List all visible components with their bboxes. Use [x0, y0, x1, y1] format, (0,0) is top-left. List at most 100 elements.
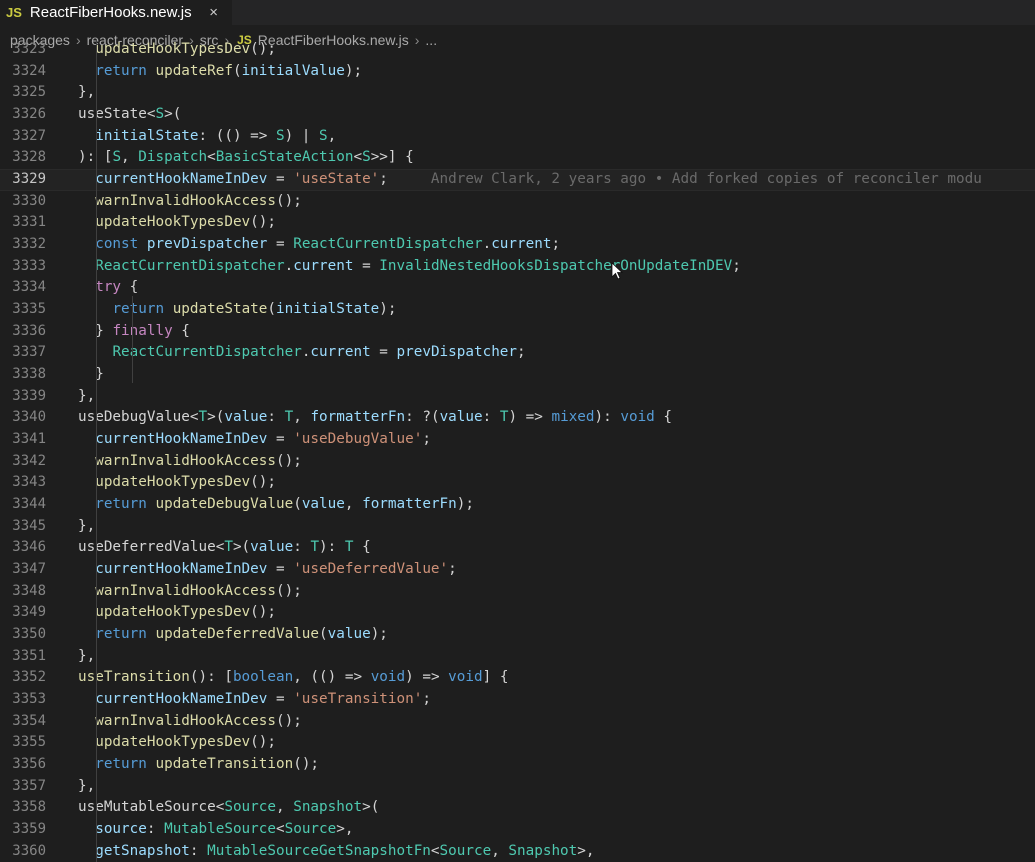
code-text: useMutableSource<Source, Snapshot>(	[78, 799, 380, 816]
code-line[interactable]: 3339},	[0, 386, 1035, 408]
code-line[interactable]: 3341 currentHookNameInDev = 'useDebugVal…	[0, 429, 1035, 451]
indent-guide	[132, 296, 133, 384]
code-line[interactable]: 3354 warnInvalidHookAccess();	[0, 711, 1035, 733]
line-number: 3334	[12, 279, 46, 296]
code-text: useTransition(): [boolean, (() => void) …	[78, 669, 509, 686]
code-line[interactable]: 3358 useMutableSource<Source, Snapshot>(	[0, 797, 1035, 819]
git-blame-annotation: Andrew Clark, 2 years ago • Add forked c…	[387, 171, 982, 188]
code-line[interactable]: 3347 currentHookNameInDev = 'useDeferred…	[0, 559, 1035, 581]
line-number: 3333	[12, 257, 46, 274]
code-line[interactable]: 3342 warnInvalidHookAccess();	[0, 451, 1035, 473]
code-text: currentHookNameInDev = 'useTransition';	[95, 691, 431, 708]
code-line[interactable]: 3359 source: MutableSource<Source>,	[0, 819, 1035, 841]
code-text: return updateRef(initialValue);	[95, 62, 363, 79]
tab-bar: JS ReactFiberHooks.new.js ×	[0, 0, 1035, 25]
code-text: currentHookNameInDev = 'useDebugValue';	[95, 431, 431, 448]
code-text: useState<S>(	[78, 106, 182, 122]
line-number: 3331	[12, 214, 46, 231]
code-text: },	[78, 387, 96, 404]
line-number: 3339	[12, 387, 46, 404]
code-line[interactable]: 3343 updateHookTypesDev();	[0, 472, 1035, 494]
code-line[interactable]: 3331 updateHookTypesDev();	[0, 212, 1035, 234]
line-number: 3335	[12, 301, 46, 318]
code-text: return updateTransition();	[95, 756, 320, 773]
code-text: },	[78, 777, 96, 794]
line-number: 3346	[12, 539, 46, 556]
code-line[interactable]: 3355 updateHookTypesDev();	[0, 732, 1035, 754]
line-number: 3354	[12, 712, 46, 729]
code-line[interactable]: 3348 warnInvalidHookAccess();	[0, 581, 1035, 603]
code-line[interactable]: 3326 useState<S>(	[0, 104, 1035, 126]
code-line[interactable]: 3340 useDebugValue<T>(value: T, formatter…	[0, 407, 1035, 429]
code-line[interactable]: 3338 }	[0, 364, 1035, 386]
close-icon[interactable]: ×	[209, 4, 218, 21]
line-number: 3345	[12, 517, 46, 534]
code-line[interactable]: 3323 updateHookTypesDev();	[0, 39, 1035, 61]
code-line[interactable]: 3350 return updateDeferredValue(value);	[0, 624, 1035, 646]
code-line[interactable]: 3336 } finally {	[0, 321, 1035, 343]
line-number: 3330	[12, 192, 46, 209]
code-line[interactable]: 3349 updateHookTypesDev();	[0, 602, 1035, 624]
tab-title: ReactFiberHooks.new.js	[29, 4, 192, 21]
line-number: 3349	[12, 604, 46, 621]
line-number: 3352	[12, 669, 46, 686]
code-line[interactable]: 3353 currentHookNameInDev = 'useTransiti…	[0, 689, 1035, 711]
code-text: getSnapshot: MutableSourceGetSnapshotFn<…	[95, 842, 595, 859]
line-number: 3324	[12, 62, 46, 79]
code-line[interactable]: 3332 const prevDispatcher = ReactCurrent…	[0, 234, 1035, 256]
line-number: 3338	[12, 366, 46, 383]
line-number: 3327	[12, 127, 46, 144]
code-text: updateHookTypesDev();	[95, 734, 276, 751]
line-number: 3336	[12, 322, 46, 339]
line-number: 3360	[12, 842, 46, 859]
line-number: 3355	[12, 734, 46, 751]
line-number: 3323	[12, 41, 46, 57]
line-number: 3343	[12, 474, 46, 491]
code-line[interactable]: 3333 ReactCurrentDispatcher.current = In…	[0, 256, 1035, 278]
code-line[interactable]: 3345},	[0, 516, 1035, 538]
code-text: try {	[95, 279, 139, 296]
code-text: initialState: (() => S) | S,	[95, 127, 337, 144]
line-number: 3350	[12, 626, 46, 643]
code-text: },	[78, 647, 96, 664]
code-text: warnInvalidHookAccess();	[95, 452, 302, 469]
line-number: 3356	[12, 756, 46, 773]
line-number: 3340	[12, 409, 46, 426]
code-line[interactable]: 3327 initialState: (() => S) | S,	[0, 126, 1035, 148]
code-text: source: MutableSource<Source>,	[95, 821, 354, 838]
code-line[interactable]: 3334 try {	[0, 277, 1035, 299]
code-line[interactable]: 3346 useDeferredValue<T>(value: T): T {	[0, 537, 1035, 559]
editor-tab[interactable]: JS ReactFiberHooks.new.js ×	[0, 0, 232, 25]
code-line[interactable]: 3335 return updateState(initialState);	[0, 299, 1035, 321]
code-text: ReactCurrentDispatcher.current = prevDis…	[112, 344, 526, 361]
line-number: 3357	[12, 777, 46, 794]
line-number: 3326	[12, 106, 46, 122]
code-line[interactable]: 3337 ReactCurrentDispatcher.current = pr…	[0, 342, 1035, 364]
code-text: return updateDeferredValue(value);	[95, 626, 388, 643]
code-line[interactable]: 3357},	[0, 776, 1035, 798]
code-line[interactable]: 3344 return updateDebugValue(value, form…	[0, 494, 1035, 516]
code-text: ): [S, Dispatch<BasicStateAction<S>>] {	[78, 149, 414, 166]
code-text: warnInvalidHookAccess();	[95, 192, 302, 209]
indent-guide	[96, 39, 97, 862]
code-line[interactable]: 3356 return updateTransition();	[0, 754, 1035, 776]
code-line[interactable]: 3329 currentHookNameInDev = 'useState'; …	[0, 169, 1035, 191]
code-line[interactable]: 3351},	[0, 646, 1035, 668]
code-line[interactable]: 3330 warnInvalidHookAccess();	[0, 191, 1035, 213]
code-text: },	[78, 517, 96, 534]
code-line[interactable]: 3324 return updateRef(initialValue);	[0, 61, 1035, 83]
code-line[interactable]: 3325},	[0, 82, 1035, 104]
javascript-file-icon: JS	[6, 5, 22, 20]
line-number: 3329	[12, 171, 46, 188]
mouse-cursor-icon	[611, 262, 623, 280]
code-text: currentHookNameInDev = 'useState'; Andre…	[95, 171, 982, 188]
code-text: return updateState(initialState);	[112, 301, 397, 318]
line-number: 3325	[12, 84, 46, 101]
code-text: updateHookTypesDev();	[95, 214, 276, 231]
line-number: 3359	[12, 821, 46, 838]
code-line[interactable]: 3360 getSnapshot: MutableSourceGetSnapsh…	[0, 841, 1035, 862]
code-line[interactable]: 3352 useTransition(): [boolean, (() => vo…	[0, 667, 1035, 689]
code-text: updateHookTypesDev();	[95, 41, 276, 57]
code-line[interactable]: 3328): [S, Dispatch<BasicStateAction<S>>…	[0, 147, 1035, 169]
code-text: const prevDispatcher = ReactCurrentDispa…	[95, 236, 561, 253]
